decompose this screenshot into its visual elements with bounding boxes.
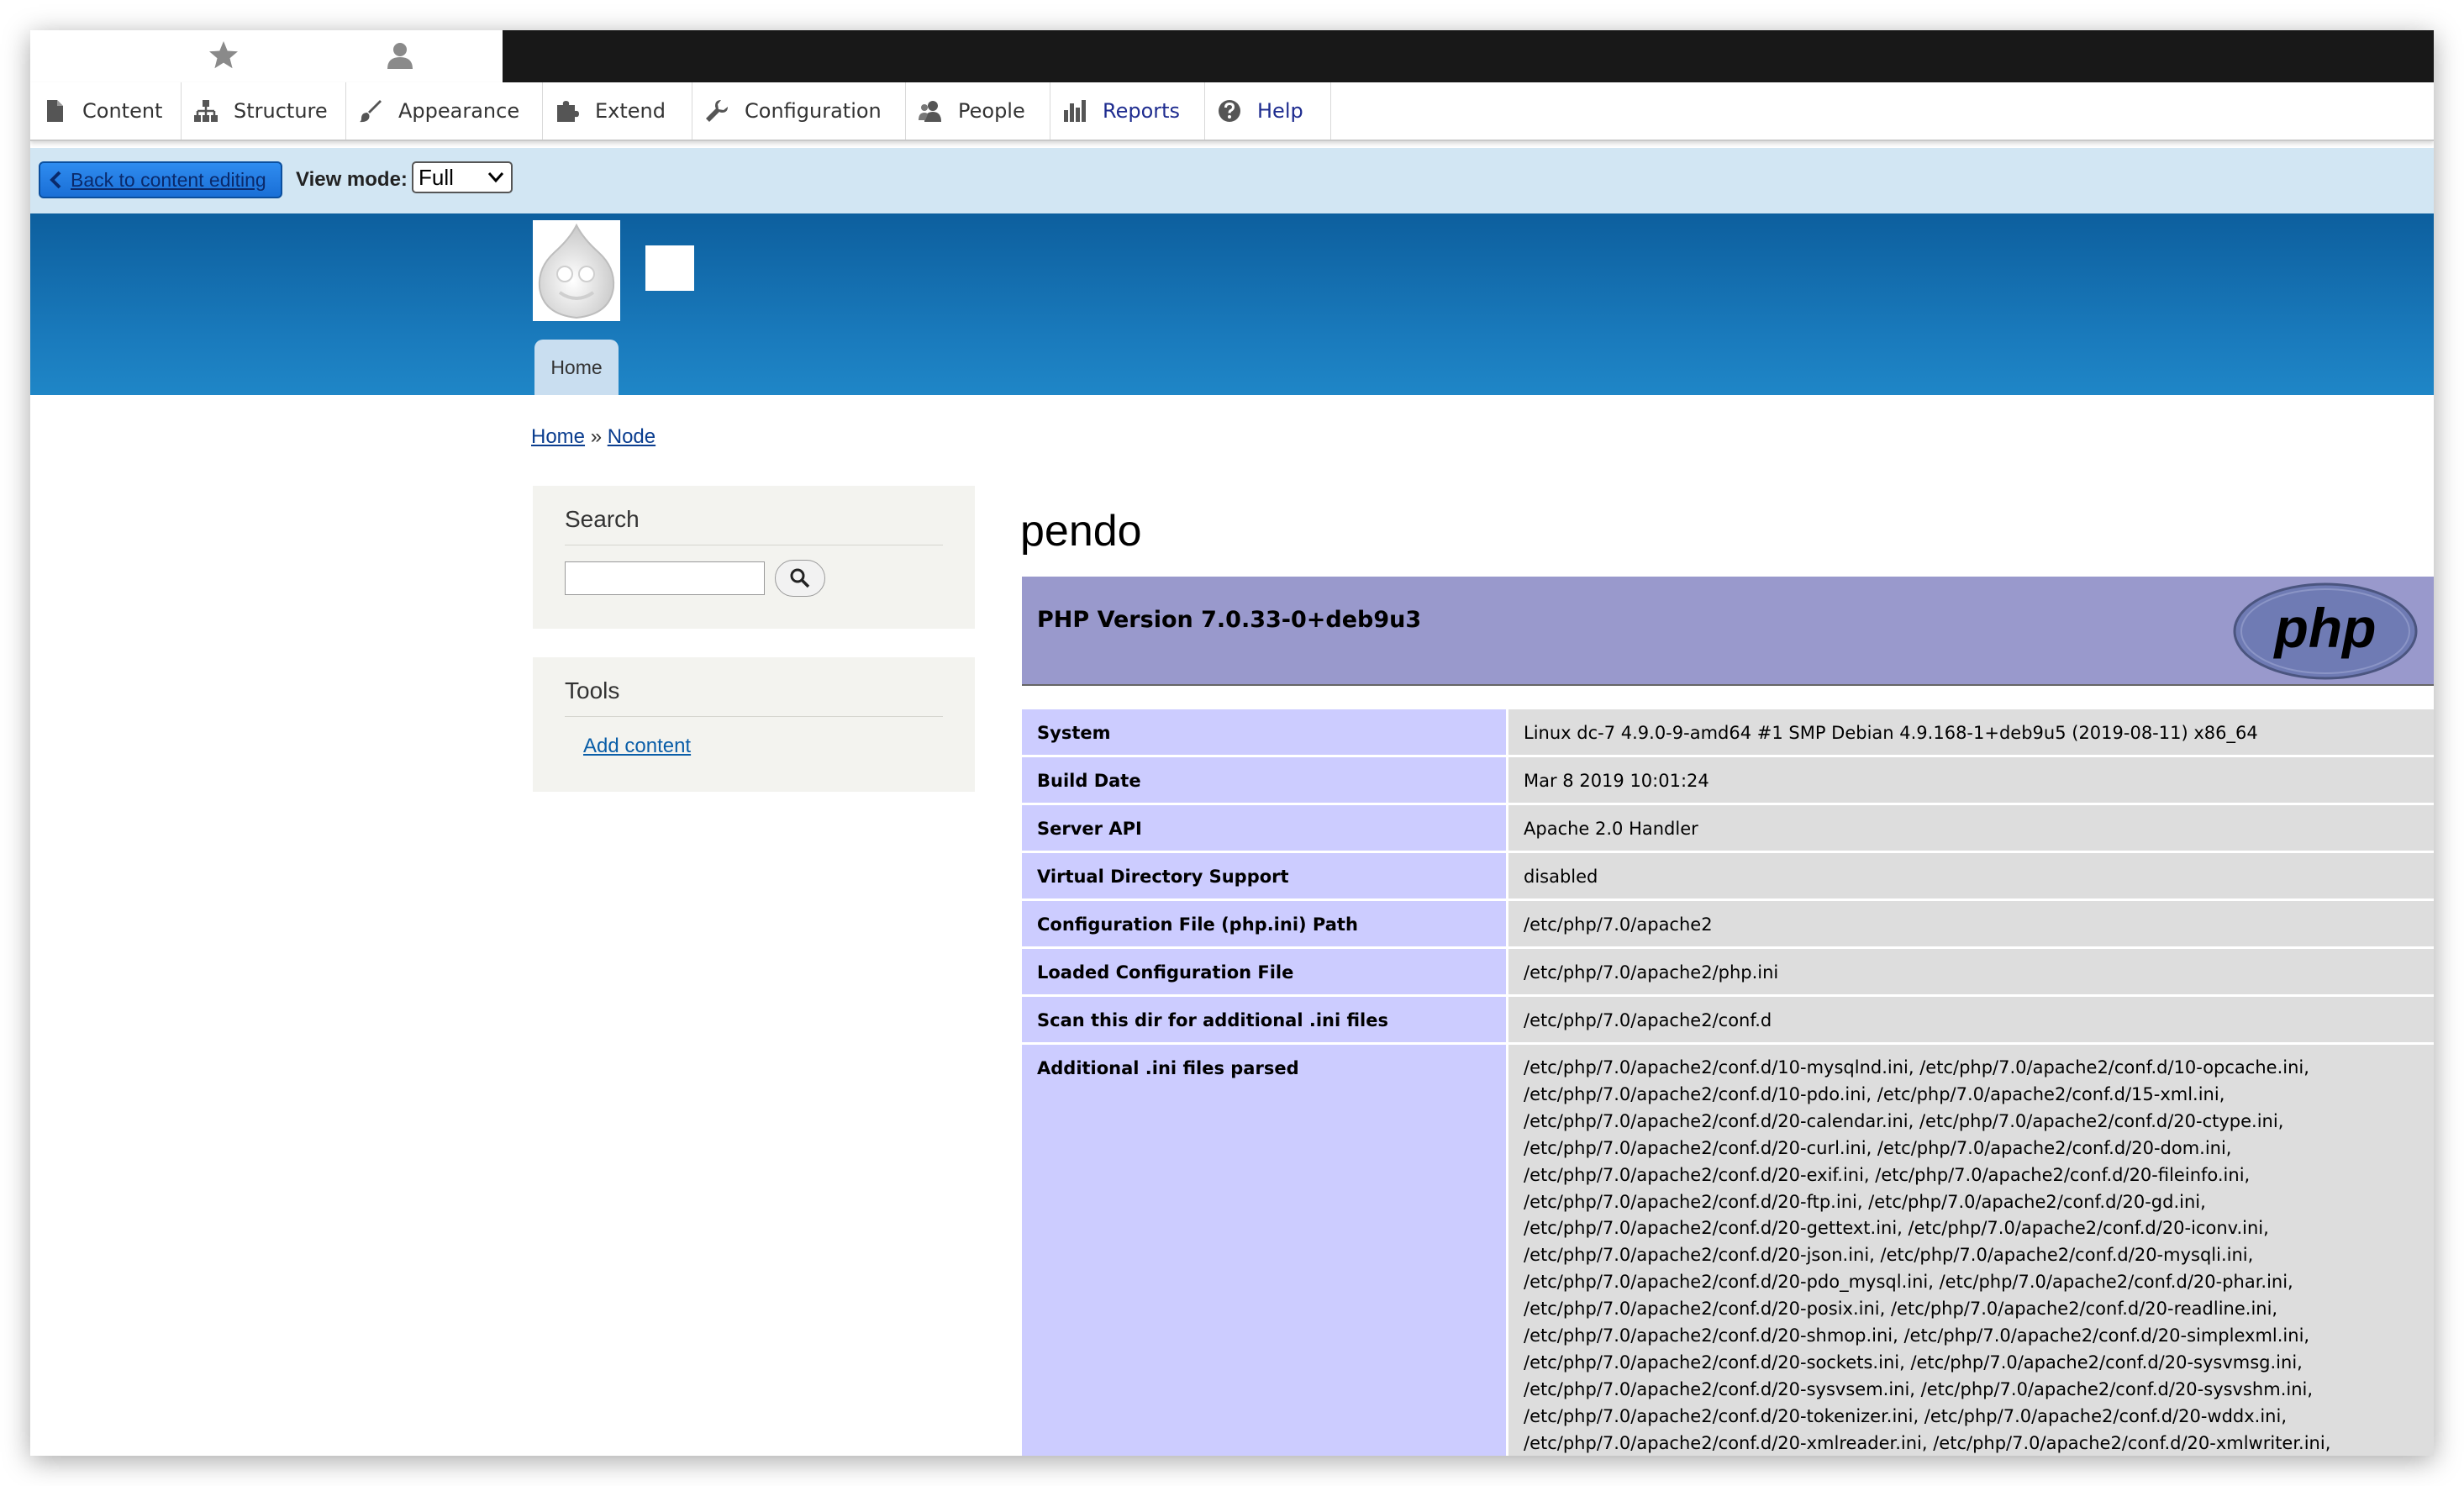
- home-tab-label: Home: [550, 356, 603, 378]
- breadcrumb-separator: »: [590, 425, 603, 448]
- site-name-placeholder: [645, 245, 694, 291]
- table-value: Linux dc-7 4.9.0-9-amd64 #1 SMP Debian 4…: [1508, 709, 2434, 757]
- search-button[interactable]: [775, 560, 825, 597]
- menu-item-label: Structure: [234, 99, 328, 123]
- menu-item-label: Extend: [595, 99, 666, 123]
- tab-home[interactable]: Home: [534, 340, 619, 395]
- tools-block: Tools Add content: [533, 657, 975, 792]
- site-logo[interactable]: [533, 220, 620, 321]
- bar-chart-icon: [1064, 100, 1086, 122]
- admin-menu: Content Structure Appearance Extend Conf…: [30, 82, 2434, 141]
- menu-item-configuration[interactable]: Configuration: [692, 82, 906, 140]
- table-key: System: [1022, 709, 1508, 757]
- table-value: /etc/php/7.0/apache2: [1508, 901, 2434, 949]
- menu-item-label: Configuration: [745, 99, 882, 123]
- php-info-table: System Linux dc-7 4.9.0-9-amd64 #1 SMP D…: [1022, 709, 2434, 1456]
- people-icon: [919, 101, 941, 122]
- wrench-icon: [706, 100, 728, 122]
- menu-item-help[interactable]: Help: [1205, 82, 1331, 140]
- table-row: Server API Apache 2.0 Handler: [1022, 805, 2434, 853]
- table-row: Additional .ini files parsed /etc/php/7.…: [1022, 1045, 2434, 1456]
- back-button-label: Back to content editing: [71, 168, 266, 191]
- menu-item-appearance[interactable]: Appearance: [346, 82, 543, 140]
- table-key: Additional .ini files parsed: [1022, 1045, 1508, 1456]
- menu-item-extend[interactable]: Extend: [543, 82, 692, 140]
- menu-item-label: Content: [82, 99, 163, 123]
- table-row: Build Date Mar 8 2019 10:01:24: [1022, 757, 2434, 805]
- breadcrumb-home-link[interactable]: Home: [531, 425, 585, 448]
- table-value: Apache 2.0 Handler: [1508, 805, 2434, 853]
- search-block: Search: [533, 486, 975, 629]
- drupal-drop-icon: [538, 223, 615, 319]
- menu-item-label: Reports: [1103, 99, 1181, 123]
- breadcrumb: Home » Node: [531, 425, 655, 449]
- preview-bar: Back to content editing View mode: Full: [30, 148, 2434, 214]
- view-mode-value: Full: [419, 164, 454, 190]
- php-logo: php: [2233, 582, 2418, 680]
- table-row: Loaded Configuration File /etc/php/7.0/a…: [1022, 949, 2434, 997]
- php-logo-text: php: [2273, 597, 2377, 659]
- chevron-left-icon: [50, 171, 61, 189]
- chevron-down-icon: [487, 172, 504, 183]
- menu-item-content[interactable]: Content: [30, 82, 182, 140]
- menu-item-structure[interactable]: Structure: [182, 82, 346, 140]
- table-key: Loaded Configuration File: [1022, 949, 1508, 997]
- menu-item-label: Help: [1257, 99, 1303, 123]
- menu-item-people[interactable]: People: [906, 82, 1050, 140]
- page-title: pendo: [1020, 507, 1142, 556]
- file-icon: [47, 100, 63, 122]
- site-header: Home: [30, 213, 2434, 395]
- table-row: Configuration File (php.ini) Path /etc/p…: [1022, 901, 2434, 949]
- table-value: disabled: [1508, 853, 2434, 901]
- table-row: Virtual Directory Support disabled: [1022, 853, 2434, 901]
- php-info-header: PHP Version 7.0.33-0+deb9u3 php: [1022, 577, 2434, 686]
- search-block-title: Search: [565, 506, 943, 545]
- table-key: Configuration File (php.ini) Path: [1022, 901, 1508, 949]
- help-icon: [1219, 100, 1240, 122]
- table-row: System Linux dc-7 4.9.0-9-amd64 #1 SMP D…: [1022, 709, 2434, 757]
- table-value: Mar 8 2019 10:01:24: [1508, 757, 2434, 805]
- add-content-link[interactable]: Add content: [583, 735, 691, 758]
- table-value: /etc/php/7.0/apache2/php.ini: [1508, 949, 2434, 997]
- sitemap-icon: [194, 100, 218, 122]
- menu-item-label: Appearance: [398, 99, 520, 123]
- view-mode-select[interactable]: Full: [412, 161, 513, 193]
- table-value: /etc/php/7.0/apache2/conf.d: [1508, 997, 2434, 1045]
- table-value: /etc/php/7.0/apache2/conf.d/10-mysqlnd.i…: [1508, 1045, 2434, 1456]
- admin-toolbar: [30, 30, 2434, 82]
- back-to-content-editing-button[interactable]: Back to content editing: [39, 161, 282, 198]
- menu-item-reports[interactable]: Reports: [1050, 82, 1205, 140]
- star-icon[interactable]: [207, 39, 240, 72]
- breadcrumb-node-link[interactable]: Node: [608, 425, 655, 448]
- paintbrush-icon: [360, 100, 382, 123]
- view-mode-label: View mode:: [296, 168, 408, 191]
- table-key: Scan this dir for additional .ini files: [1022, 997, 1508, 1045]
- tools-block-title: Tools: [565, 677, 943, 717]
- search-input[interactable]: [565, 561, 765, 595]
- table-key: Virtual Directory Support: [1022, 853, 1508, 901]
- browser-window: Content Structure Appearance Extend Conf…: [30, 30, 2434, 1456]
- puzzle-icon: [557, 101, 579, 122]
- menu-item-label: People: [958, 99, 1025, 123]
- php-version: PHP Version 7.0.33-0+deb9u3: [1037, 607, 1422, 633]
- table-key: Build Date: [1022, 757, 1508, 805]
- user-icon[interactable]: [383, 39, 417, 72]
- table-key: Server API: [1022, 805, 1508, 853]
- toolbar-tray: [30, 30, 503, 82]
- search-icon: [790, 568, 810, 588]
- table-row: Scan this dir for additional .ini files …: [1022, 997, 2434, 1045]
